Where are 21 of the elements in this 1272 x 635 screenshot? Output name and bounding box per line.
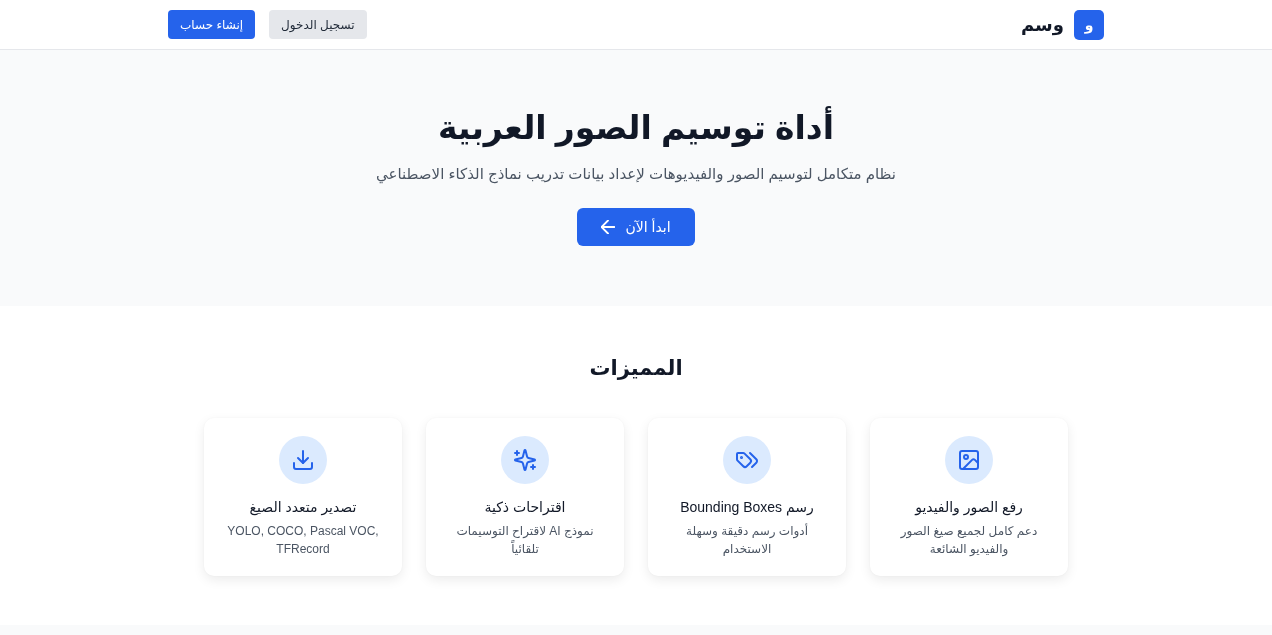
- arrow-left-icon: [601, 220, 616, 234]
- signup-button[interactable]: إنشاء حساب: [168, 10, 256, 39]
- sparkles-icon: [501, 436, 549, 484]
- feature-description: دعم كامل لجميع صيغ الصور والفيديو الشائعة: [899, 523, 1039, 558]
- feature-title: اقتراحات ذكية: [483, 498, 567, 517]
- feature-title: رسم Bounding Boxes: [679, 498, 815, 517]
- image-icon: [945, 436, 993, 484]
- tags-icon: [723, 436, 771, 484]
- logo-text[interactable]: وسم: [1021, 13, 1064, 36]
- feature-title: رفع الصور والفيديو: [913, 498, 1024, 517]
- hero-subtitle: نظام متكامل لتوسيم الصور والفيديوهات لإعداد بيانات تدريب نماذج الذكاء الاصطناعي: [375, 164, 897, 185]
- features-title: المميزات: [588, 355, 684, 382]
- feature-description: YOLO, COCO, Pascal VOC, TFRecord: [226, 523, 380, 558]
- start-button[interactable]: ابدأ الآن: [577, 208, 695, 246]
- feature-description: أدوات رسم دقيقة وسهلة الاستخدام: [685, 522, 809, 558]
- logo-mark[interactable]: و: [1074, 9, 1104, 40]
- download-icon: [279, 436, 327, 484]
- hero-title: أداة توسيم الصور العربية: [0, 106, 1272, 150]
- login-button[interactable]: تسجيل الدخول: [269, 10, 367, 39]
- feature-description: نموذج AI لاقتراح التوسيمات تلقائياً: [455, 523, 595, 558]
- feature-title: تصدير متعدد الصيغ: [248, 498, 358, 517]
